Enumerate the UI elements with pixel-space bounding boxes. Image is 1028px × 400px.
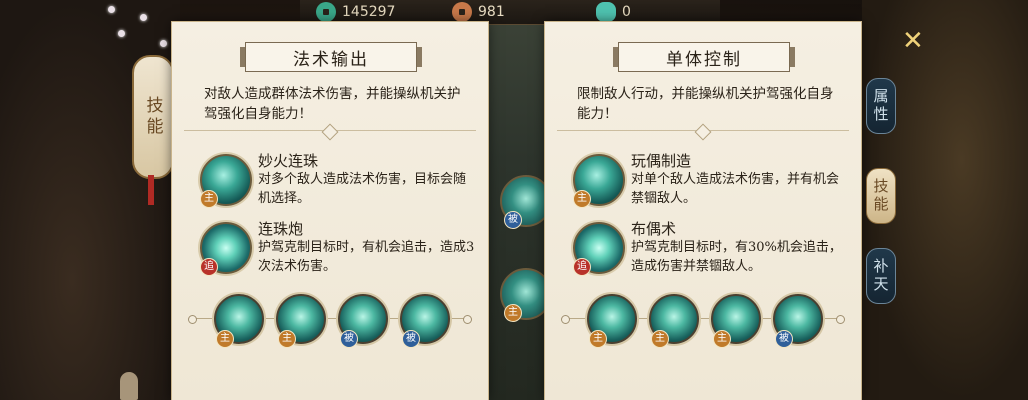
active-badge: 主: [504, 304, 522, 322]
active-badge: 主: [651, 330, 669, 348]
skill-tab-left[interactable]: 技能: [132, 55, 174, 179]
tab-skills[interactable]: 技能: [866, 168, 896, 224]
jade-coin-icon: [316, 2, 336, 22]
resource-value: 145297: [342, 4, 396, 20]
plum-blossom: [160, 40, 167, 47]
active-badge: 主: [216, 330, 234, 348]
divider: [557, 123, 849, 141]
resource-value: 981: [478, 4, 505, 20]
skill-slot-icon[interactable]: 主: [276, 294, 326, 348]
tab-label: 属性: [871, 88, 890, 124]
skill-entry[interactable]: 主 玩偶制造 对单个敌人造成法术伤害，并有机会禁锢敌人。: [573, 152, 853, 218]
resource-jade: 145297: [316, 2, 395, 22]
active-badge: 主: [713, 330, 731, 348]
close-icon[interactable]: ✕: [902, 26, 924, 56]
passive-badge: 被: [775, 330, 793, 348]
skill-name: 玩偶制造: [631, 152, 692, 170]
panel-single-control: 单体控制 限制敌人行动，并能操纵机关护驾强化自身能力！ 主 玩偶制造 对单个敌人…: [545, 22, 861, 400]
resource-gem: 0: [596, 2, 631, 22]
tab-butian[interactable]: 补天: [866, 248, 896, 304]
skill-description: 护驾克制目标时，有30%机会追击，造成伤害并禁锢敌人。: [631, 240, 842, 274]
skill-description: 对多个敌人造成法术伤害，目标会随机选择。: [258, 172, 467, 206]
skill-slot-icon[interactable]: 被: [773, 294, 823, 348]
passive-badge: 被: [340, 330, 358, 348]
copper-coin-icon: [452, 2, 472, 22]
tab-label: 补天: [871, 258, 890, 294]
skill-entry[interactable]: 主 妙火连珠 对多个敌人造成法术伤害，目标会随机选择。: [200, 152, 480, 218]
plum-blossom: [118, 30, 125, 37]
panel-description: 对敌人造成群体法术伤害，并能操纵机关护驾强化自身能力！: [204, 86, 461, 122]
skill-slot-icon[interactable]: 被: [400, 294, 450, 348]
tab-attributes[interactable]: 属性: [866, 78, 896, 134]
panel-description: 限制敌人行动，并能操纵机关护驾强化自身能力！: [577, 86, 834, 122]
skill-entry[interactable]: 追 连珠炮 护驾克制目标时，有机会追击，造成3次法术伤害。: [200, 220, 480, 286]
active-badge: 主: [200, 190, 218, 208]
resource-value: 0: [622, 4, 631, 20]
cannon-skill-icon[interactable]: 追: [200, 222, 252, 276]
skill-entry[interactable]: 追 布偶术 护驾克制目标时，有30%机会追击，造成伤害并禁锢敌人。: [573, 220, 853, 286]
skill-description: 护驾克制目标时，有机会追击，造成3次法术伤害。: [258, 240, 475, 274]
character-figure: [120, 372, 138, 400]
plum-blossom: [108, 6, 115, 13]
puppet-make-skill-icon[interactable]: 主: [573, 154, 625, 208]
skill-slot-icon[interactable]: 主: [214, 294, 264, 348]
gem-icon: [596, 2, 616, 22]
tassel-decoration: [148, 175, 154, 205]
panel-title: 单体控制: [613, 42, 795, 72]
active-badge: 主: [573, 190, 591, 208]
plum-blossom: [140, 14, 147, 21]
skill-name: 妙火连珠: [258, 152, 319, 170]
pursuit-badge: 追: [200, 258, 218, 276]
divider: [184, 123, 476, 141]
puppet-spell-skill-icon[interactable]: 追: [573, 222, 625, 276]
skill-icon-row: 主 主 主 被: [561, 290, 845, 350]
skill-slot-icon[interactable]: 主: [587, 294, 637, 348]
skill-slot-icon[interactable]: 主: [649, 294, 699, 348]
fire-orb-skill-icon[interactable]: 主: [200, 154, 252, 208]
skill-description: 对单个敌人造成法术伤害，并有机会禁锢敌人。: [631, 172, 840, 206]
panel-spell-damage: 法术输出 对敌人造成群体法术伤害，并能操纵机关护驾强化自身能力！ 主 妙火连珠 …: [172, 22, 488, 400]
skill-slot-icon[interactable]: 主: [711, 294, 761, 348]
active-badge: 主: [589, 330, 607, 348]
tab-label: 技能: [871, 178, 890, 214]
skill-name: 连珠炮: [258, 220, 304, 238]
active-badge: 主: [278, 330, 296, 348]
pursuit-badge: 追: [573, 258, 591, 276]
passive-badge: 被: [402, 330, 420, 348]
resource-copper: 981: [452, 2, 505, 22]
skill-name: 布偶术: [631, 220, 677, 238]
passive-badge: 被: [504, 211, 522, 229]
skill-icon-row: 主 主 被 被: [188, 290, 472, 350]
skill-slot-icon[interactable]: 被: [338, 294, 388, 348]
panel-title: 法术输出: [240, 42, 422, 72]
skill-tab-label: 技能: [142, 96, 163, 138]
